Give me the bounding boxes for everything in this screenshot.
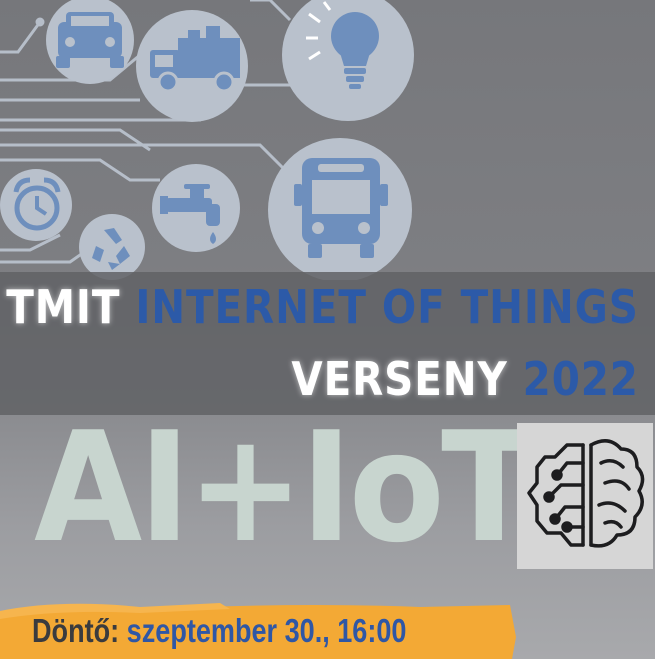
final-label: Döntő: xyxy=(32,612,120,649)
bus-icon xyxy=(268,138,412,280)
title-year: 2022 xyxy=(522,352,639,406)
final-date-text: Döntő: szeptember 30., 16:00 xyxy=(32,612,406,650)
title-competition: VERSENY xyxy=(291,352,508,406)
delivery-truck-icon xyxy=(136,10,248,122)
ai-brain-icon xyxy=(527,439,645,548)
event-title-line-2: VERSENY 2022 xyxy=(292,352,639,406)
title-org: TMIT xyxy=(6,280,121,334)
recycle-icon xyxy=(79,214,145,280)
final-datetime: szeptember 30., 16:00 xyxy=(126,612,407,649)
light-bulb-icon xyxy=(282,0,414,121)
car-icon xyxy=(46,0,134,84)
title-topic: INTERNET OF THINGS xyxy=(135,280,640,334)
hero-theme-text: AI+IoT xyxy=(34,399,537,576)
water-tap-icon xyxy=(152,164,240,252)
event-title-line-1: TMIT INTERNET OF THINGS xyxy=(7,280,640,334)
ai-brain-panel xyxy=(517,423,653,569)
alarm-clock-icon xyxy=(0,169,72,241)
iot-illustration xyxy=(0,0,414,280)
event-poster: TMIT INTERNET OF THINGS VERSENY 2022 AI+… xyxy=(0,0,655,659)
